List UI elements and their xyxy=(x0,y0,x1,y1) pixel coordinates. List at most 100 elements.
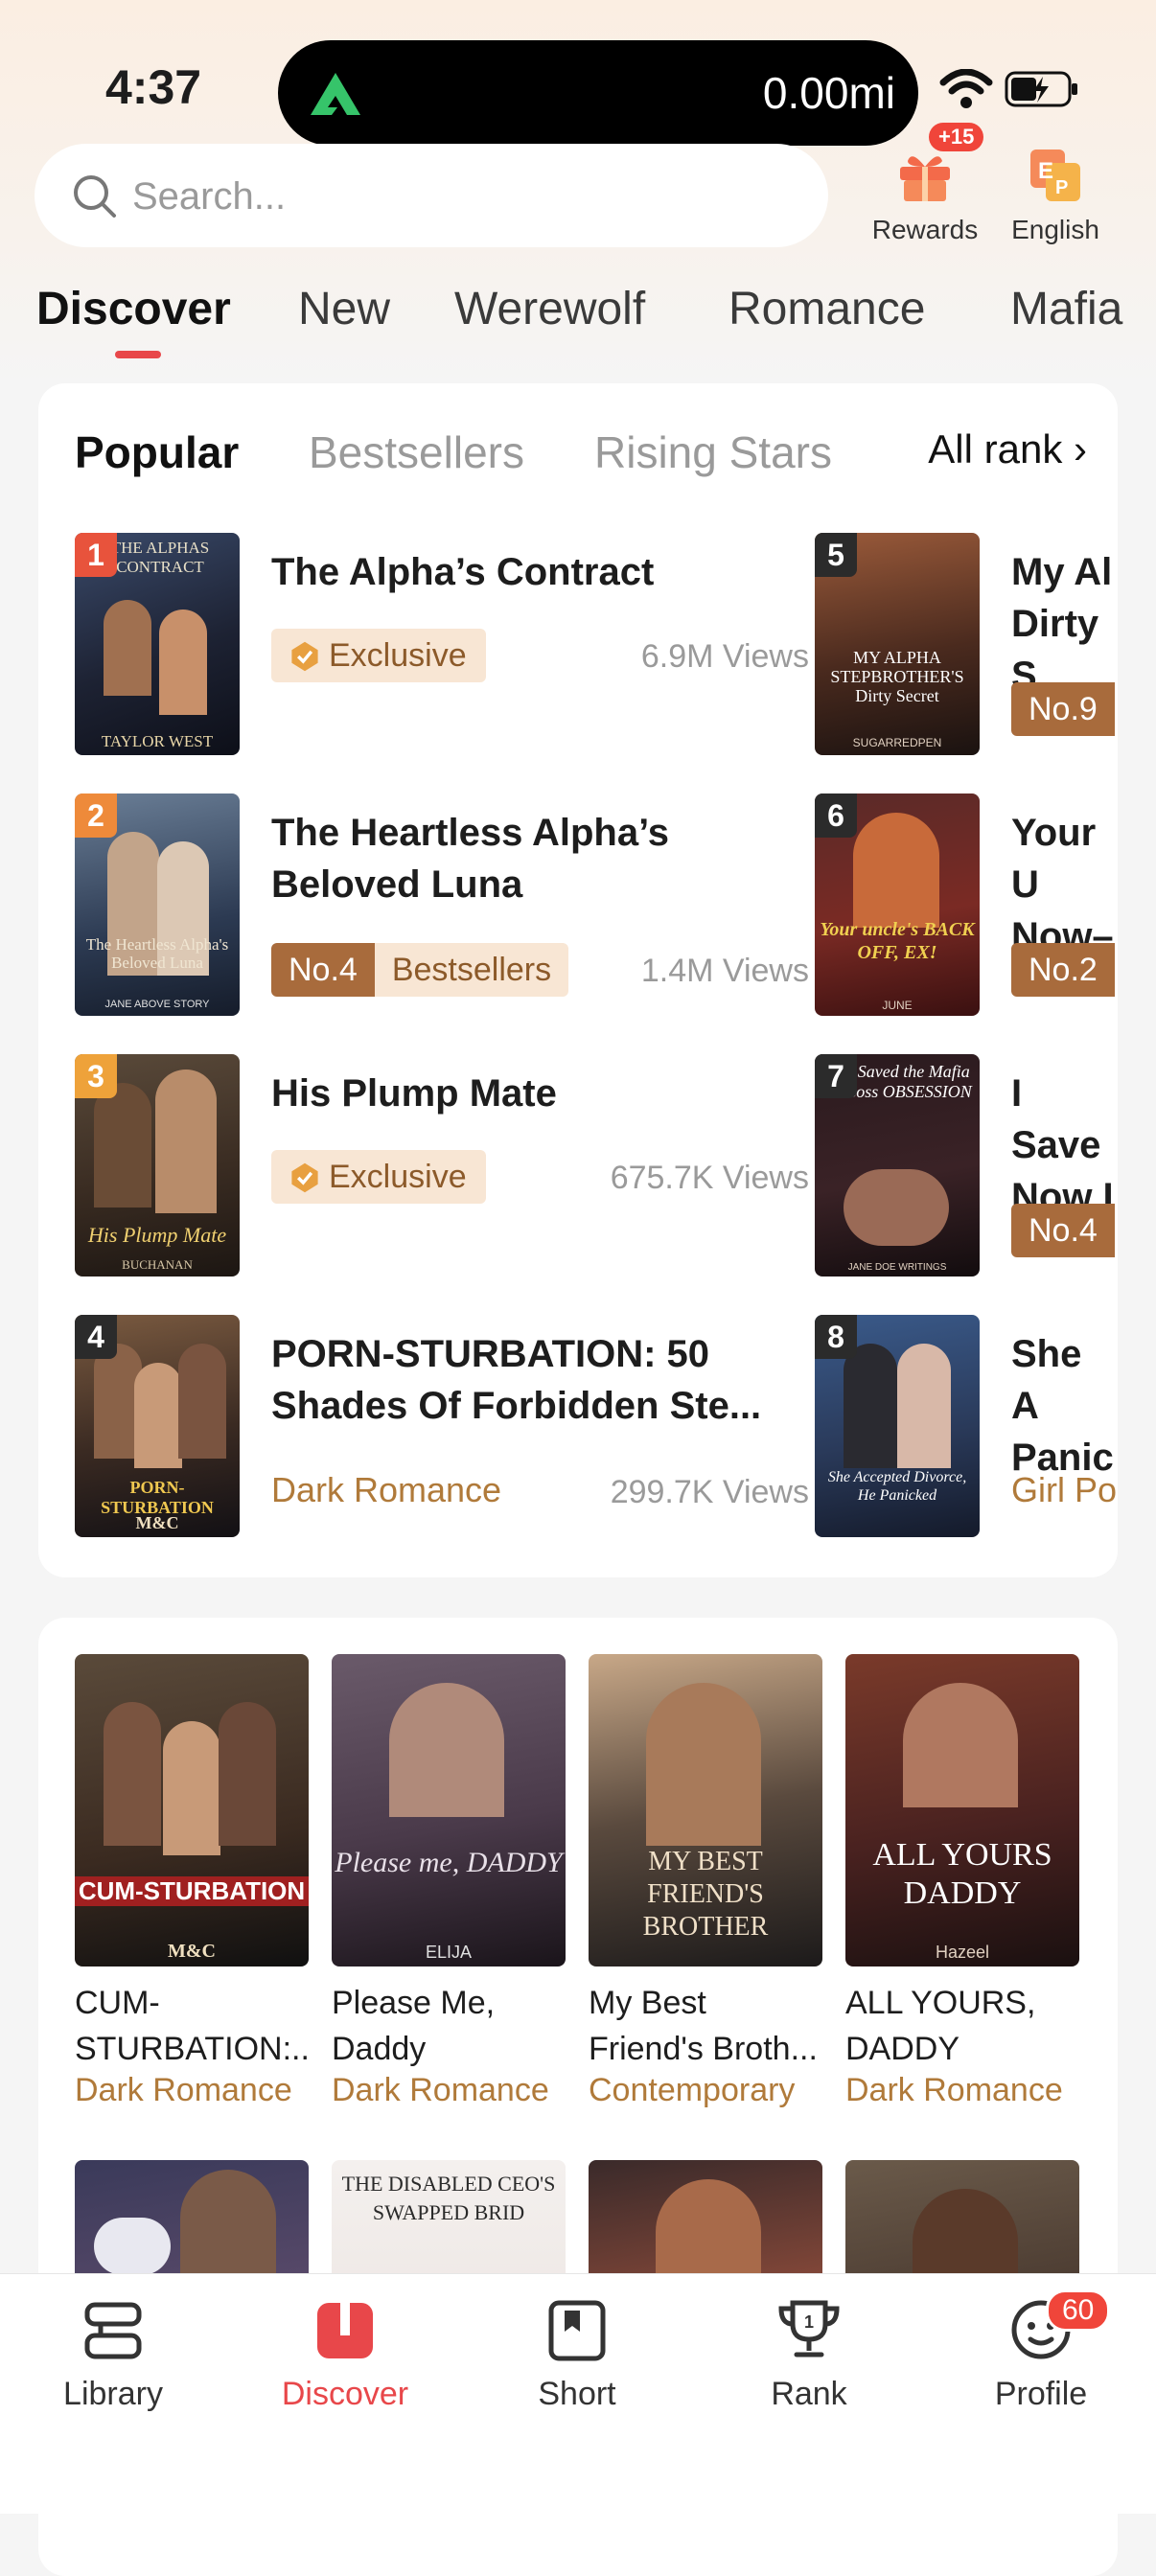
language-button[interactable]: E P English xyxy=(1003,144,1108,245)
cover-title: The Heartless Alpha's Beloved Luna xyxy=(85,935,229,972)
rank-item[interactable]: I Saved the Mafia Boss OBSESSION JANE DO… xyxy=(815,1054,1118,1276)
cover-author: JANE DOE WRITINGS xyxy=(847,1262,947,1273)
rank-item[interactable]: She Accepted Divorce, He Panicked 8 She … xyxy=(815,1315,1118,1537)
category-tabs: Discover New Werewolf Romance Mafia xyxy=(0,283,1156,359)
cover-author: JANE ABOVE STORY xyxy=(104,999,210,1010)
bottom-navigation: Library Discover Short 1 Rank 60 Profile xyxy=(0,2273,1156,2514)
nav-discover[interactable]: Discover xyxy=(249,2297,441,2413)
rank-item[interactable]: His Plump Mate BUCHANAN 3 His Plump Mate… xyxy=(75,1054,809,1276)
grid-book[interactable]: ALL YOURS DADDY Hazeel ALL YOURS, DADDY … xyxy=(845,1654,1079,2109)
profile-badge: 60 xyxy=(1046,2289,1111,2332)
status-time: 4:37 xyxy=(105,60,202,114)
rank-number: 1 xyxy=(75,533,117,577)
active-tab-indicator xyxy=(115,351,161,358)
nav-library-label: Library xyxy=(63,2376,163,2412)
book-genre: Contemporary xyxy=(589,2072,796,2108)
exclusive-icon xyxy=(291,641,318,672)
nav-rank-label: Rank xyxy=(771,2376,847,2412)
cover-author: Hazeel xyxy=(935,1943,990,1962)
trophy-icon: 1 xyxy=(778,2300,840,2358)
cover-author: M&C xyxy=(135,1513,179,1532)
short-icon xyxy=(548,2300,606,2361)
rank-number: 5 xyxy=(815,533,857,577)
exclusive-icon xyxy=(291,1162,318,1193)
book-title: Your U Now– xyxy=(1011,812,1114,957)
views-count: 6.9M Views xyxy=(640,638,809,675)
book-title: She A Panic xyxy=(1011,1333,1114,1479)
tab-werewolf[interactable]: Werewolf xyxy=(454,283,645,335)
book-title: His Plump Mate xyxy=(271,1072,557,1115)
cover-author: JUNE xyxy=(882,999,913,1012)
rank-number: 8 xyxy=(815,1315,857,1359)
views-count: 675.7K Views xyxy=(610,1160,809,1196)
cover-title: PORN-STURBATION xyxy=(101,1478,214,1517)
rank-number: 7 xyxy=(815,1054,857,1098)
tab-romance[interactable]: Romance xyxy=(728,283,925,335)
nav-discover-label: Discover xyxy=(281,2376,409,2412)
book-cover: PORN-STURBATION M&C 4 xyxy=(75,1315,240,1537)
tab-bestsellers[interactable]: Bestsellers xyxy=(309,426,524,478)
rewards-badge: +15 xyxy=(929,123,984,151)
genre-label: Dark Romance xyxy=(271,1470,502,1509)
all-rank-link[interactable]: All rank › xyxy=(928,426,1087,472)
cover-title: His Plump Mate xyxy=(87,1223,227,1247)
tab-new[interactable]: New xyxy=(298,283,390,335)
cover-title: She Accepted Divorce, He Panicked xyxy=(827,1469,967,1504)
rank-item[interactable]: MY ALPHA STEPBROTHER'S Dirty Secret SUGA… xyxy=(815,533,1118,755)
rank-item[interactable]: PORN-STURBATION M&C 4 PORN-STURBATION: 5… xyxy=(75,1315,809,1537)
views-count: 299.7K Views xyxy=(610,1474,809,1510)
grid-book[interactable]: MY BEST FRIEND'S BROTHER My Best Friend'… xyxy=(589,1654,822,2109)
nav-short[interactable]: Short xyxy=(481,2297,673,2413)
rank-number: 3 xyxy=(75,1054,117,1098)
rank-no-tag: No.4 xyxy=(271,943,375,997)
book-title: PORN-STURBATION: 50 Shades Of Forbidden … xyxy=(271,1333,762,1427)
tab-mafia[interactable]: Mafia xyxy=(1010,283,1122,335)
book-genre: Dark Romance xyxy=(845,2072,1063,2108)
book-cover: Please me, DADDY ELIJA xyxy=(332,1654,566,1966)
book-genre: Dark Romance xyxy=(75,2072,292,2108)
book-title: I Save Now I xyxy=(1011,1072,1114,1218)
app-logo-icon xyxy=(311,73,360,115)
nav-profile[interactable]: 60 Profile xyxy=(945,2289,1137,2413)
discover-icon xyxy=(317,2303,373,2358)
book-title: My Al Dirty S xyxy=(1011,551,1113,697)
book-cover: THE ALPHAS CONTRACT TAYLOR WEST 1 xyxy=(75,533,240,755)
book-cover: ALL YOURS DADDY Hazeel xyxy=(845,1654,1079,1966)
grid-book[interactable]: CUM-STURBATION M&C CUM-STURBATION:... Da… xyxy=(75,1654,309,2109)
grid-book[interactable]: Please me, DADDY ELIJA Please Me, Daddy … xyxy=(332,1654,566,2109)
tab-discover[interactable]: Discover xyxy=(36,283,231,335)
book-title: ALL YOURS, DADDY xyxy=(845,1985,1036,2067)
search-bar[interactable] xyxy=(35,144,828,247)
rank-item[interactable]: Your uncle's BACK OFF, EX! JUNE 6 Your U… xyxy=(815,794,1118,1016)
book-tags: Exclusive xyxy=(271,1150,486,1204)
svg-text:E: E xyxy=(1038,158,1053,184)
nav-rank[interactable]: 1 Rank xyxy=(713,2297,905,2413)
rank-number: 4 xyxy=(75,1315,117,1359)
cover-title: Please me, DADDY xyxy=(335,1847,563,1878)
rank-item[interactable]: THE ALPHAS CONTRACT TAYLOR WEST 1 The Al… xyxy=(75,533,809,755)
gift-icon xyxy=(900,156,950,201)
cover-author: TAYLOR WEST xyxy=(101,732,214,750)
tab-rising-stars[interactable]: Rising Stars xyxy=(594,426,832,478)
book-tags: Exclusive xyxy=(271,629,486,682)
nav-library[interactable]: Library xyxy=(17,2297,209,2413)
rewards-button[interactable]: +15 Rewards xyxy=(853,123,997,245)
book-cover: MY BEST FRIEND'S BROTHER xyxy=(589,1654,822,1966)
search-input[interactable] xyxy=(130,163,767,230)
book-title: Please Me, Daddy xyxy=(332,1985,496,2067)
rank-item[interactable]: The Heartless Alpha's Beloved Luna JANE … xyxy=(75,794,809,1016)
tab-popular[interactable]: Popular xyxy=(75,426,239,478)
activity-distance: 0.00mi xyxy=(762,68,895,118)
wifi-icon xyxy=(939,69,993,108)
book-cover: His Plump Mate BUCHANAN 3 xyxy=(75,1054,240,1276)
cover-author: BUCHANAN xyxy=(122,1257,193,1272)
book-title: The Heartless Alpha’s Beloved Luna xyxy=(271,812,669,906)
battery-icon xyxy=(1005,71,1077,107)
search-icon xyxy=(74,175,116,218)
book-title: My Best Friend's Broth... xyxy=(589,1985,818,2067)
cover-author: SUGARREDPEN xyxy=(852,736,942,749)
dynamic-island[interactable]: 0.00mi xyxy=(278,40,918,146)
rank-number: 2 xyxy=(75,794,117,838)
ranking-card: Popular Bestsellers Rising Stars All ran… xyxy=(38,383,1118,1577)
book-cover: She Accepted Divorce, He Panicked 8 xyxy=(815,1315,980,1537)
